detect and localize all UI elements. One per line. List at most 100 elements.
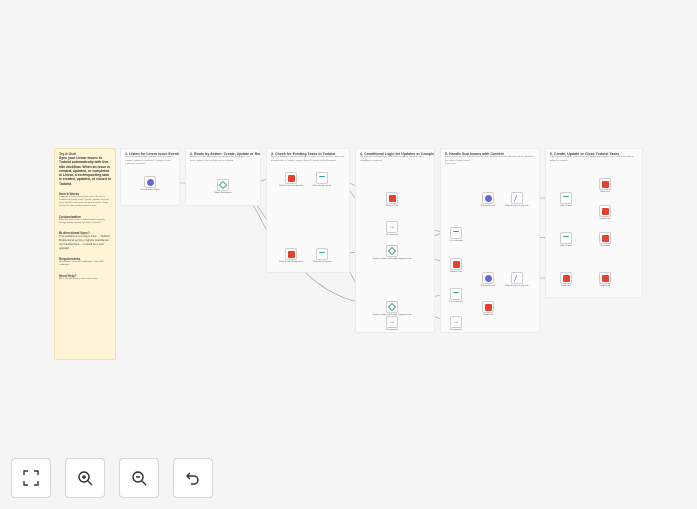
node-label: Close Task: [600, 191, 610, 193]
todoist-icon: [601, 207, 609, 215]
switch-icon: [387, 246, 397, 256]
node-t_update[interactable]: [599, 272, 611, 284]
todoist-icon: [287, 250, 295, 258]
todoist-icon: [562, 274, 570, 282]
sticky-link[interactable]: Read more: [445, 163, 535, 165]
help-text: Ask in the n8n forum or reach out for he…: [59, 277, 98, 280]
node-filter3[interactable]: [450, 227, 462, 239]
node-label: If is a sub issue: [449, 240, 463, 242]
sticky-text: Before creating or updating anything, we…: [271, 156, 345, 162]
undo-icon: [186, 472, 199, 485]
node-t_close[interactable]: [599, 232, 611, 244]
node-label: If issue is done and already assigned to…: [372, 314, 412, 316]
node-label: Update task: [599, 285, 611, 287]
sticky-text: Final actions in Todoist: create new tas…: [550, 156, 634, 162]
node-merge3[interactable]: →: [450, 316, 462, 328]
filter-icon: [319, 175, 325, 181]
node-filter5[interactable]: [560, 192, 572, 204]
node-get_parent2[interactable]: [482, 272, 494, 284]
node-label: Filter already synced: [312, 261, 332, 263]
node-label: Add title prefix to sub task: [505, 205, 529, 207]
node-label: No Operation: [386, 329, 398, 331]
node-if3[interactable]: [386, 301, 398, 313]
node-filter1[interactable]: [316, 172, 328, 184]
switch-icon: [218, 180, 228, 190]
linear-icon: [484, 274, 492, 282]
fit-view-icon: [23, 470, 39, 486]
node-get_parent1[interactable]: [482, 192, 494, 204]
zoom-in-button[interactable]: [65, 458, 105, 498]
node-label: Check if task already exists: [278, 185, 304, 187]
node-removed[interactable]: [386, 192, 398, 204]
node-label: Check if task already exists: [278, 261, 304, 263]
node-label: Create task: [560, 285, 572, 287]
node-label: Filter Priority: [560, 205, 572, 207]
node-filter4[interactable]: [450, 288, 462, 300]
node-merge2[interactable]: →: [386, 316, 398, 328]
bidirectional-text: This workflow is one-way (Linear → Todoi…: [59, 235, 111, 251]
node-filter2[interactable]: [316, 248, 328, 260]
node-label: Create task: [482, 314, 494, 316]
node-merge1[interactable]: →: [386, 221, 398, 233]
node-label: Get parent issue: [480, 285, 496, 287]
sticky-text: Routes each incoming event according to …: [190, 156, 251, 162]
node-label: Close task: [600, 245, 610, 247]
zoom-out-button[interactable]: [119, 458, 159, 498]
info-sticky-note[interactable]: Try It Out! Sync your Linear issues to T…: [54, 148, 116, 360]
sticky-text: If the Linear issue has a parent, we fet…: [445, 156, 534, 162]
node-close1[interactable]: [450, 258, 462, 270]
linear-icon: [484, 194, 492, 202]
customization-text: Adjust the Linear team or Todoist projec…: [59, 218, 106, 224]
filter-icon: [453, 230, 459, 236]
node-trigger[interactable]: [144, 176, 156, 188]
zoom-in-icon: [78, 471, 93, 486]
undo-button[interactable]: [173, 458, 213, 498]
todoist-icon: [287, 174, 295, 182]
node-create_sub[interactable]: [482, 301, 494, 313]
node-if2[interactable]: [386, 245, 398, 257]
todoist-icon: [601, 234, 609, 242]
node-label: Switch Issue Action: [214, 192, 232, 194]
node-filter6[interactable]: [560, 232, 572, 244]
todoist-icon: [452, 260, 460, 268]
sticky-text: This node activates the workflow when an…: [125, 156, 174, 166]
workflow-canvas[interactable]: Try It Out! Sync your Linear issues to T…: [0, 0, 697, 509]
filter-icon: [453, 291, 459, 297]
node-code1[interactable]: [511, 192, 523, 204]
code-icon: [513, 194, 521, 202]
node-label: Remove Task: [449, 271, 463, 273]
fit-view-button[interactable]: [11, 458, 51, 498]
zoom-out-icon: [132, 471, 147, 486]
merge-icon: →: [389, 318, 395, 325]
node-label: Get parent issue: [480, 205, 496, 207]
todoist-icon: [601, 274, 609, 282]
node-label: If is a sub issue: [449, 301, 463, 303]
sticky-note-route[interactable]: 2. Route by Action: Create, Update or Re…: [185, 148, 261, 206]
filter-icon: [319, 251, 325, 257]
code-icon: [513, 274, 521, 282]
todoist-icon: [388, 194, 396, 202]
node-t_create[interactable]: [560, 272, 572, 284]
node-label: Remove Task: [385, 205, 399, 207]
todoist-icon: [484, 303, 492, 311]
node-label: Filter already synced: [312, 185, 332, 187]
how-text: Triggered on every Linear issue event. C…: [59, 195, 110, 208]
intro-text: Sync your Linear issues to Todoist autom…: [59, 156, 111, 186]
sticky-note-check[interactable]: 3. Check for Existing Tasks in Todoist B…: [266, 148, 350, 273]
node-label: Filter Priority: [560, 245, 572, 247]
requirements-text: n8n instance, Linear API credentials, To…: [59, 261, 104, 267]
node-get2[interactable]: [285, 248, 297, 260]
node-route[interactable]: [217, 179, 229, 191]
node-label: No Operation: [450, 329, 462, 331]
filter-icon: [563, 195, 569, 201]
node-code2[interactable]: [511, 272, 523, 284]
node-label: Issue Event in Linear: [140, 189, 160, 191]
node-t_upd[interactable]: [599, 178, 611, 190]
node-get1[interactable]: [285, 172, 297, 184]
node-label: No Operation: [386, 234, 398, 236]
sticky-text: We route the task based on: task exists,…: [360, 156, 424, 162]
node-t_upd2[interactable]: [599, 205, 611, 217]
switch-icon: [387, 302, 397, 312]
node-label: If issue is done and already assigned to…: [372, 258, 412, 260]
merge-icon: →: [389, 223, 395, 230]
